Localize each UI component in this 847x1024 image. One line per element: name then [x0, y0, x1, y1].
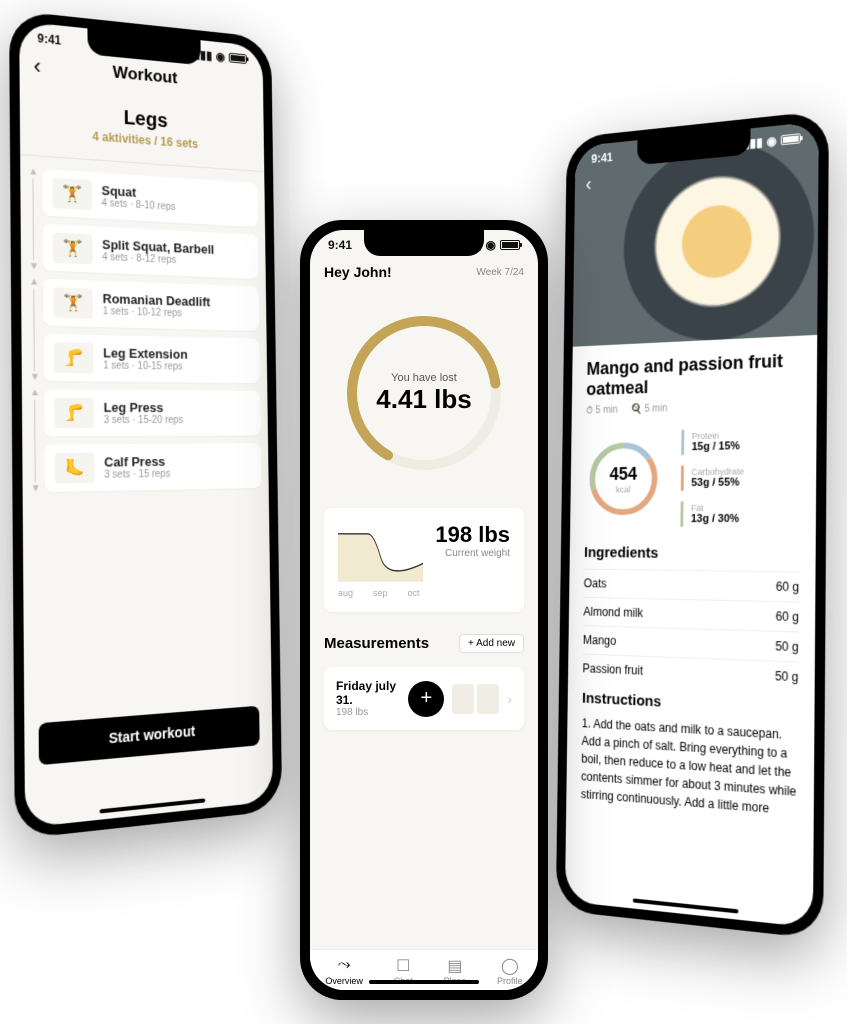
add-new-button[interactable]: + Add new [459, 634, 524, 653]
exercise-thumb-icon: 🦶 [55, 452, 95, 483]
plans-icon: ▤ [447, 956, 462, 974]
page-title: Workout [113, 63, 178, 89]
home-indicator[interactable] [633, 898, 739, 913]
battery-icon [229, 53, 247, 64]
ingredients-heading: Ingredients [584, 544, 799, 563]
exercise-detail: 3 sets · 15-20 reps [104, 415, 184, 426]
status-time: 9:41 [37, 31, 61, 47]
current-weight-value: 198 lbs [435, 522, 510, 548]
chart-month: sep [373, 588, 388, 598]
status-time: 9:41 [591, 150, 613, 166]
overview-icon: ⤳ [338, 956, 351, 974]
exercise-thumb-icon: 🦵 [54, 397, 94, 428]
exercise-name: Leg Extension [103, 345, 188, 361]
macro-fat: Fat 13g / 30% [680, 500, 799, 527]
home-indicator[interactable] [369, 980, 479, 984]
progress-label: You have lost [391, 372, 457, 384]
tab-overview[interactable]: ⤳ Overview [325, 956, 363, 986]
home-indicator[interactable] [100, 798, 206, 813]
exercise-thumb-icon: 🦵 [54, 342, 94, 373]
exercise-thumb-icon: 🏋️ [53, 232, 93, 264]
week-indicator: Week 7/24 [476, 267, 524, 278]
instructions-heading: Instructions [582, 690, 798, 718]
phone-workout: 9:41 ▮▮▮ ◉ ‹ Workout Legs 4 aktivities /… [9, 10, 282, 839]
exercise-thumb-icon: 🏋️ [52, 178, 92, 211]
greeting: Hey John! [324, 264, 392, 280]
measurement-card[interactable]: Friday july 31. 198 lbs + › [324, 667, 524, 730]
chevron-right-icon: › [507, 691, 512, 707]
battery-icon [781, 133, 801, 145]
back-icon[interactable]: ‹ [585, 174, 591, 196]
photo-thumb[interactable] [452, 684, 474, 714]
progress-ring: You have lost 4.41 lbs [339, 308, 509, 478]
recipe-title: Mango and passion fruit oatmeal [586, 350, 801, 400]
exercise-thumb-icon: 🏋️ [53, 287, 93, 319]
exercise-card[interactable]: 🦶 Calf Press 3 sets · 15 reps [45, 443, 262, 492]
exercise-card[interactable]: 🏋️ Romanian Deadlift 1 sets · 10-12 reps [43, 279, 259, 331]
chat-icon: ☐ [396, 956, 410, 974]
calorie-ring: 454 kcal [585, 437, 663, 520]
macro-carb: Carbohydrate 53g / 55% [681, 463, 800, 491]
add-measurement-button[interactable]: + [408, 681, 444, 717]
exercise-card[interactable]: 🦵 Leg Press 3 sets · 15-20 reps [44, 389, 261, 436]
prep-time: ⏱ 5 min [586, 405, 618, 417]
profile-icon: ◯ [501, 956, 519, 974]
start-workout-button[interactable]: Start workout [39, 706, 260, 766]
exercise-card[interactable]: 🦵 Leg Extension 1 sets · 10-15 reps [44, 334, 260, 383]
exercise-card[interactable]: 🏋️ Split Squat, Barbell 4 sets · 8-12 re… [43, 224, 259, 279]
battery-icon [500, 240, 520, 250]
kcal-value: 454 [609, 463, 637, 484]
instructions-text: 1. Add the oats and milk to a saucepan. … [581, 714, 798, 820]
phone-recipe: 9:41 ▮▮▮ ◉ ‹ Mango and passion fruit oat… [556, 110, 829, 939]
weight-card[interactable]: aug sep oct 198 lbs Current weight [324, 508, 524, 612]
tab-profile[interactable]: ◯ Profile [497, 956, 523, 986]
photo-thumb[interactable] [477, 684, 499, 714]
exercise-name: Leg Press [104, 400, 184, 415]
cook-time: 🍳 5 min [630, 403, 667, 415]
phone-overview: 9:41 ▮▮▮ ◉ Hey John! Week 7/24 You have … [300, 220, 548, 1000]
wifi-icon: ◉ [216, 49, 226, 63]
status-time: 9:41 [328, 238, 352, 252]
exercise-detail: 3 sets · 15 reps [104, 469, 170, 481]
wifi-icon: ◉ [766, 134, 776, 149]
chart-month: aug [338, 588, 353, 598]
measurements-title: Measurements [324, 635, 429, 652]
current-weight-label: Current weight [435, 548, 510, 559]
exercise-detail: 1 sets · 10-15 reps [103, 360, 188, 372]
weight-chart [338, 522, 423, 582]
back-icon[interactable]: ‹ [33, 53, 41, 80]
chart-month: oct [408, 588, 420, 598]
exercise-name: Calf Press [104, 454, 170, 470]
kcal-unit: kcal [616, 484, 631, 494]
measurement-value: 198 lbs [336, 707, 408, 718]
macro-protein: Protein 15g / 15% [681, 427, 800, 456]
measurement-date: Friday july 31. [336, 679, 408, 707]
progress-value: 4.41 lbs [376, 384, 471, 415]
wifi-icon: ◉ [486, 238, 496, 252]
exercise-card[interactable]: 🏋️ Squat 4 sets · 8-10 reps [42, 169, 258, 227]
ingredient-row: Oats 60 g [584, 569, 800, 602]
